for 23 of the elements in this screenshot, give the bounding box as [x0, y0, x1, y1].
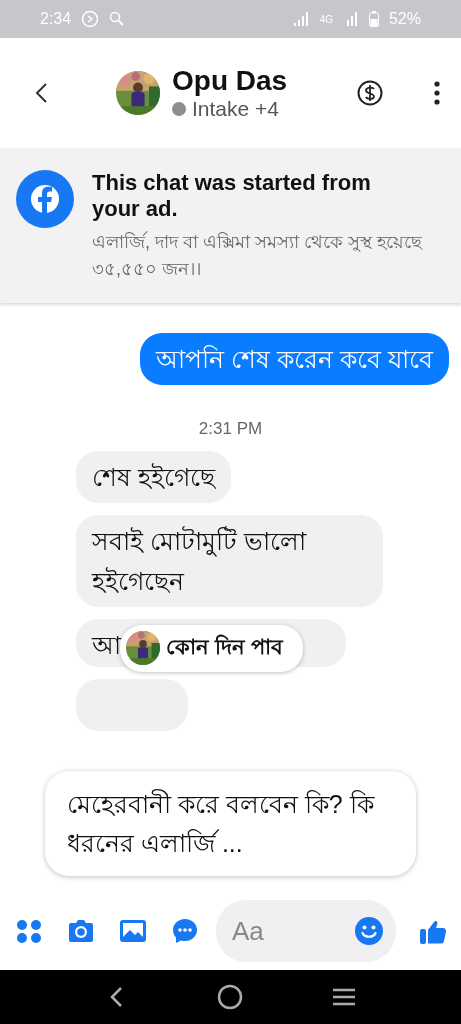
suggested-reply[interactable]: মেহেরবানী করে বলবেন কি? কি ধরনের এলার্জি ...	[45, 770, 416, 877]
emoji-icon[interactable]	[354, 916, 384, 947]
battery-icon	[368, 11, 379, 27]
message-field[interactable]: Aa	[216, 900, 396, 963]
received-message: শেষ হইগেছে	[76, 450, 231, 503]
search-icon	[109, 11, 126, 27]
facebook-logo-icon	[16, 170, 74, 228]
battery-level: 52%	[388, 10, 421, 28]
ad-title: This chat was started from your ad.	[92, 170, 372, 223]
dollar-icon[interactable]	[357, 80, 383, 106]
contact-name: Opu Das	[172, 65, 289, 97]
reply-text: কোন দিন পাব	[166, 633, 283, 660]
signal-icon	[293, 12, 310, 26]
ad-text: এলার্জি, দাদ বা এক্সিমা সমস্যা থেকে সুস্থ হয়েছে ৩৫,৫৫০ জন।।	[92, 230, 422, 281]
sent-message: আপনি শেষ করেন কবে যাবে	[140, 332, 449, 385]
play-circle-icon	[81, 10, 100, 28]
menu-icon[interactable]	[433, 81, 441, 105]
network-type: 4G	[319, 13, 333, 25]
home-icon[interactable]	[216, 983, 245, 1011]
received-message: সবাই মোটামুটি ভালো হইগেছেন	[76, 514, 383, 607]
contact-status: Intake +4	[192, 97, 279, 121]
timestamp: 2:31 PM	[198, 418, 263, 439]
status-time: 2:34	[40, 10, 72, 28]
